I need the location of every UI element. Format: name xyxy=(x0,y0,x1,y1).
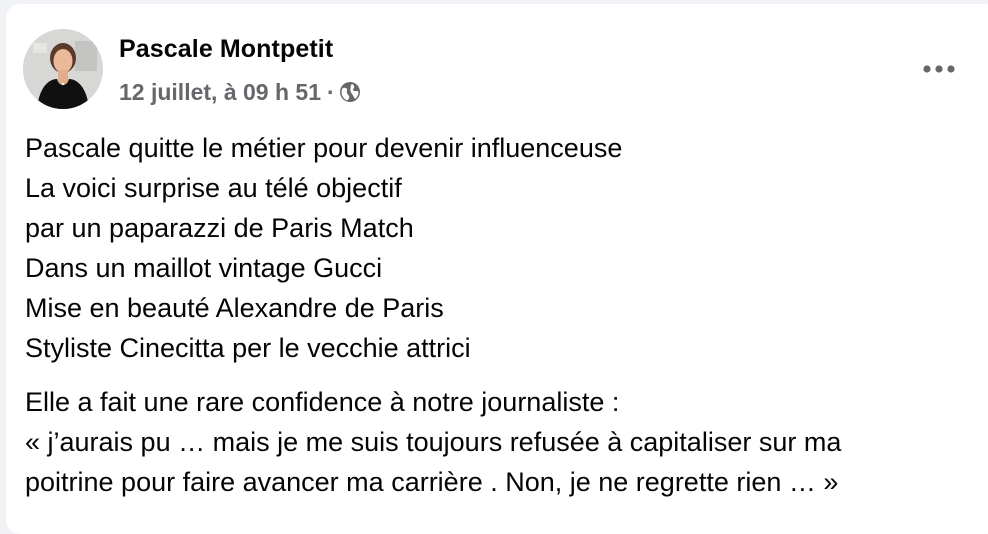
meta-separator: · xyxy=(327,78,335,105)
post-line: La voici surprise au télé objectif xyxy=(25,173,402,203)
post-line: Styliste Cinecitta per le vecchie attric… xyxy=(25,333,471,363)
post-text: Pascale quitte le métier pour devenir in… xyxy=(25,128,970,516)
post-line: « j’aurais pu … mais je me suis toujours… xyxy=(25,427,842,457)
post-line: Dans un maillot vintage Gucci xyxy=(25,253,383,283)
post-line: poitrine pour faire avancer ma carrière … xyxy=(25,467,839,497)
avatar-photo xyxy=(23,29,103,109)
post-card: Pascale Montpetit 12 juillet, à 09 h 51 … xyxy=(6,4,988,534)
author-name[interactable]: Pascale Montpetit xyxy=(119,35,333,64)
post-line: Pascale quitte le métier pour devenir in… xyxy=(25,133,623,163)
post-timestamp[interactable]: 12 juillet, à 09 h 51 xyxy=(119,79,321,106)
globe-icon[interactable] xyxy=(339,81,361,103)
post-line: Mise en beauté Alexandre de Paris xyxy=(25,293,444,323)
post-header: Pascale Montpetit 12 juillet, à 09 h 51 … xyxy=(23,27,973,111)
post-paragraph: Pascale quitte le métier pour devenir in… xyxy=(25,128,970,368)
post-line: par un paparazzi de Paris Match xyxy=(25,213,414,243)
more-options-button[interactable] xyxy=(918,55,960,83)
avatar[interactable] xyxy=(23,29,103,109)
post-line: Elle a fait une rare confidence à notre … xyxy=(25,387,620,417)
post-meta: 12 juillet, à 09 h 51 · xyxy=(119,77,361,107)
more-options-icon xyxy=(923,65,955,73)
post-paragraph: Elle a fait une rare confidence à notre … xyxy=(25,382,970,502)
